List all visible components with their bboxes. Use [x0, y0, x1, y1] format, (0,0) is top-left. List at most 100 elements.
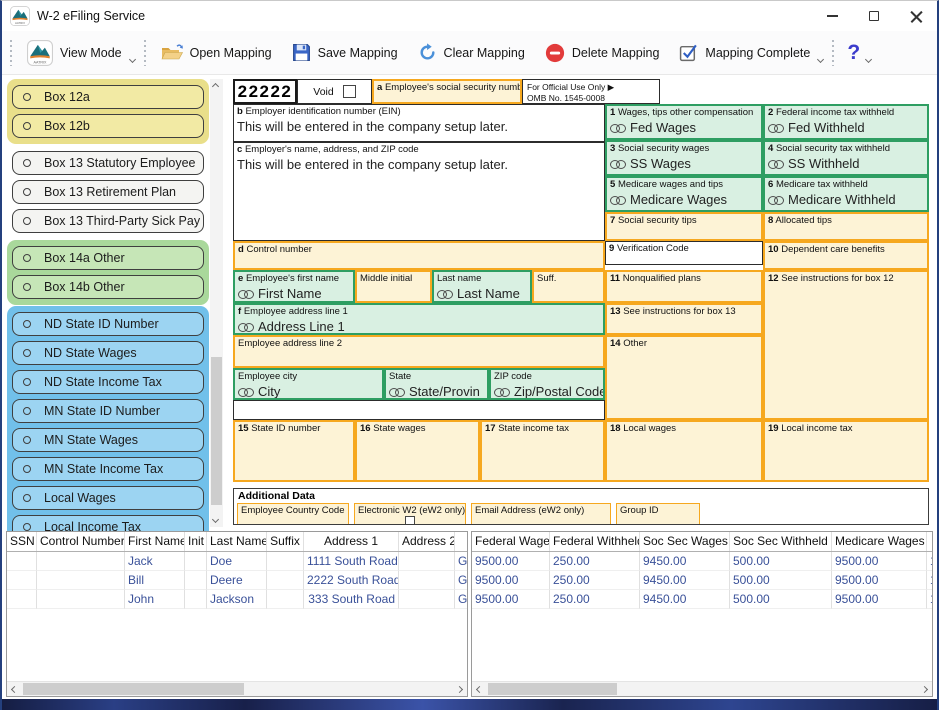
- sidebar-item-local-wages[interactable]: Local Wages: [12, 486, 204, 510]
- form-box-8-allocated-tips[interactable]: 8 Allocated tips: [763, 212, 929, 241]
- form-box-4-ss-withheld[interactable]: 4 Social security tax withheld SS Withhe…: [763, 140, 929, 176]
- scroll-left-icon[interactable]: [476, 686, 483, 693]
- sidebar-item-nd-state-income-tax[interactable]: ND State Income Tax: [12, 370, 204, 394]
- employee-grid-hscrollbar[interactable]: [7, 681, 467, 696]
- help-button[interactable]: ?: [839, 41, 868, 65]
- amounts-grid-hscrollbar[interactable]: [472, 681, 932, 696]
- column-header-address-1[interactable]: Address 1: [304, 532, 399, 551]
- toolbar-grip[interactable]: [143, 38, 147, 68]
- scrollbar-thumb[interactable]: [211, 357, 222, 505]
- sidebar-item-mn-state-id-number[interactable]: MN State ID Number: [12, 399, 204, 423]
- form-box-6-medicare-withheld[interactable]: 6 Medicare tax withheld Medicare Withhel…: [763, 176, 929, 212]
- toolbar-overflow-button[interactable]: [818, 49, 823, 67]
- open-mapping-button[interactable]: Open Mapping: [151, 35, 282, 71]
- void-checkbox[interactable]: [343, 85, 356, 98]
- employee-row[interactable]: JackDoe1111 South RoadGrand: [7, 552, 467, 571]
- column-header-medic[interactable]: Medic: [927, 532, 933, 551]
- sidebar-item-box-13-retirement-plan[interactable]: Box 13 Retirement Plan: [12, 180, 204, 204]
- form-box-middle-initial[interactable]: Middle initial: [355, 270, 432, 303]
- form-box-zip[interactable]: ZIP code Zip/Postal Code: [489, 368, 605, 400]
- ew2-checkbox[interactable]: [405, 516, 415, 525]
- clear-mapping-button[interactable]: Clear Mapping: [408, 35, 535, 71]
- form-box-a-ssn[interactable]: a Employee's social security number: [372, 79, 522, 104]
- form-box-e-first-name[interactable]: e Employee's first name First Name: [233, 270, 355, 303]
- amounts-row[interactable]: 9500.00250.009450.00500.009500.00150.0: [472, 552, 932, 571]
- column-header-last-name[interactable]: Last Name: [207, 532, 267, 551]
- form-box-19-local-income-tax[interactable]: 19 Local income tax: [763, 420, 929, 482]
- column-header-suffix[interactable]: Suffix: [267, 532, 304, 551]
- toolbar-overflow-button[interactable]: [866, 49, 871, 67]
- form-box-12-instructions[interactable]: 12 See instructions for box 12: [763, 270, 929, 420]
- mapping-complete-button[interactable]: Mapping Complete: [669, 35, 820, 71]
- form-box-15-state-id[interactable]: 15 State ID number: [233, 420, 355, 482]
- column-header-federal-withheld[interactable]: Federal Withheld: [550, 532, 640, 551]
- scroll-down-icon[interactable]: [212, 516, 219, 523]
- column-header-ssn[interactable]: SSN: [7, 532, 37, 551]
- employee-row[interactable]: BillDeere2222 South RoadGrand: [7, 571, 467, 590]
- form-box-3-ss-wages[interactable]: 3 Social security wages SS Wages: [605, 140, 763, 176]
- close-button[interactable]: [895, 1, 937, 31]
- employee-row[interactable]: JohnJackson333 South RoadGrand: [7, 590, 467, 609]
- toolbar-grip[interactable]: [831, 38, 835, 68]
- scrollbar-thumb[interactable]: [488, 683, 617, 695]
- scroll-left-icon[interactable]: [11, 686, 18, 693]
- form-box-city[interactable]: Employee city City: [233, 368, 384, 400]
- save-mapping-button[interactable]: Save Mapping: [282, 35, 408, 71]
- form-box-2-fed-withheld[interactable]: 2 Federal income tax withheld Fed Withhe…: [763, 104, 929, 140]
- toolbar-overflow-button[interactable]: [130, 49, 135, 67]
- form-box-group-id[interactable]: Group ID: [616, 503, 700, 525]
- form-box-address2[interactable]: Employee address line 2: [233, 335, 605, 368]
- form-box-b-ein[interactable]: b Employer identification number (EIN) T…: [233, 104, 605, 142]
- sidebar-scrollbar[interactable]: [210, 79, 223, 527]
- form-box-country-code[interactable]: Employee Country Code: [237, 503, 349, 525]
- scroll-right-icon[interactable]: [456, 686, 463, 693]
- sidebar-item-mn-state-income-tax[interactable]: MN State Income Tax: [12, 457, 204, 481]
- maximize-button[interactable]: [853, 1, 895, 31]
- form-box-16-state-wages[interactable]: 16 State wages: [355, 420, 480, 482]
- column-header-federal-wages[interactable]: Federal Wages: [472, 532, 550, 551]
- delete-mapping-button[interactable]: Delete Mapping: [535, 35, 670, 71]
- form-box-5-medicare-wages[interactable]: 5 Medicare wages and tips Medicare Wages: [605, 176, 763, 212]
- form-box-13-instructions[interactable]: 13 See instructions for box 13: [605, 303, 763, 335]
- form-void-box[interactable]: Void: [297, 79, 372, 104]
- sidebar-item-nd-state-wages[interactable]: ND State Wages: [12, 341, 204, 365]
- form-box-18-local-wages[interactable]: 18 Local wages: [605, 420, 763, 482]
- sidebar-item-box-14b-other[interactable]: Box 14b Other: [12, 275, 204, 299]
- form-box-14-other[interactable]: 14 Other: [605, 335, 763, 420]
- form-box-1-wages[interactable]: 1 Wages, tips other compensation Fed Wag…: [605, 104, 763, 140]
- form-box-f-address1[interactable]: f Employee address line 1 Address Line 1: [233, 303, 605, 335]
- column-header-control-number[interactable]: Control Number: [37, 532, 125, 551]
- column-header-medicare-wages[interactable]: Medicare Wages: [832, 532, 927, 551]
- minimize-button[interactable]: [811, 1, 853, 31]
- column-header-init[interactable]: Init: [185, 532, 207, 551]
- form-box-17-state-income-tax[interactable]: 17 State income tax: [480, 420, 605, 482]
- form-box-10-dependent-care[interactable]: 10 Dependent care benefits: [763, 241, 929, 270]
- column-header-c[interactable]: C: [455, 532, 468, 551]
- column-header-first-name[interactable]: First Name: [125, 532, 185, 551]
- form-box-state[interactable]: State State/Provin: [384, 368, 489, 400]
- form-box-c-employer[interactable]: c Employer's name, address, and ZIP code…: [233, 142, 605, 241]
- amounts-row[interactable]: 9500.00250.009450.00500.009500.00150.0: [472, 590, 932, 609]
- sidebar-item-box-14a-other[interactable]: Box 14a Other: [12, 246, 204, 270]
- form-box-11-nonqualified[interactable]: 11 Nonqualified plans: [605, 270, 763, 303]
- sidebar-item-box-12b[interactable]: Box 12b: [12, 114, 204, 138]
- sidebar-item-box-12a[interactable]: Box 12a: [12, 85, 204, 109]
- sidebar-item-box-13-statutory-employee[interactable]: Box 13 Statutory Employee: [12, 151, 204, 175]
- sidebar-item-box-13-third-party-sick-pay[interactable]: Box 13 Third-Party Sick Pay: [12, 209, 204, 233]
- column-header-address-2[interactable]: Address 2: [399, 532, 455, 551]
- column-header-soc-sec-withheld[interactable]: Soc Sec Withheld: [730, 532, 832, 551]
- form-box-9-verification[interactable]: 9 Verification Code: [605, 241, 763, 265]
- sidebar-item-mn-state-wages[interactable]: MN State Wages: [12, 428, 204, 452]
- form-box-7-ss-tips[interactable]: 7 Social security tips: [605, 212, 763, 241]
- amounts-row[interactable]: 9500.00250.009450.00500.009500.00150.0: [472, 571, 932, 590]
- column-header-soc-sec-wages[interactable]: Soc Sec Wages: [640, 532, 730, 551]
- form-box-email-address[interactable]: Email Address (eW2 only): [471, 503, 611, 525]
- view-mode-button[interactable]: AATRIX View Mode: [17, 35, 132, 71]
- form-box-d-control[interactable]: d Control number: [233, 241, 605, 270]
- form-box-last-name[interactable]: Last name Last Name: [432, 270, 532, 303]
- scroll-right-icon[interactable]: [921, 686, 928, 693]
- toolbar-grip[interactable]: [9, 38, 13, 68]
- sidebar-item-nd-state-id-number[interactable]: ND State ID Number: [12, 312, 204, 336]
- form-box-electronic-w2[interactable]: Electronic W2 (eW2 only): [354, 503, 466, 525]
- scroll-up-icon[interactable]: [212, 83, 219, 90]
